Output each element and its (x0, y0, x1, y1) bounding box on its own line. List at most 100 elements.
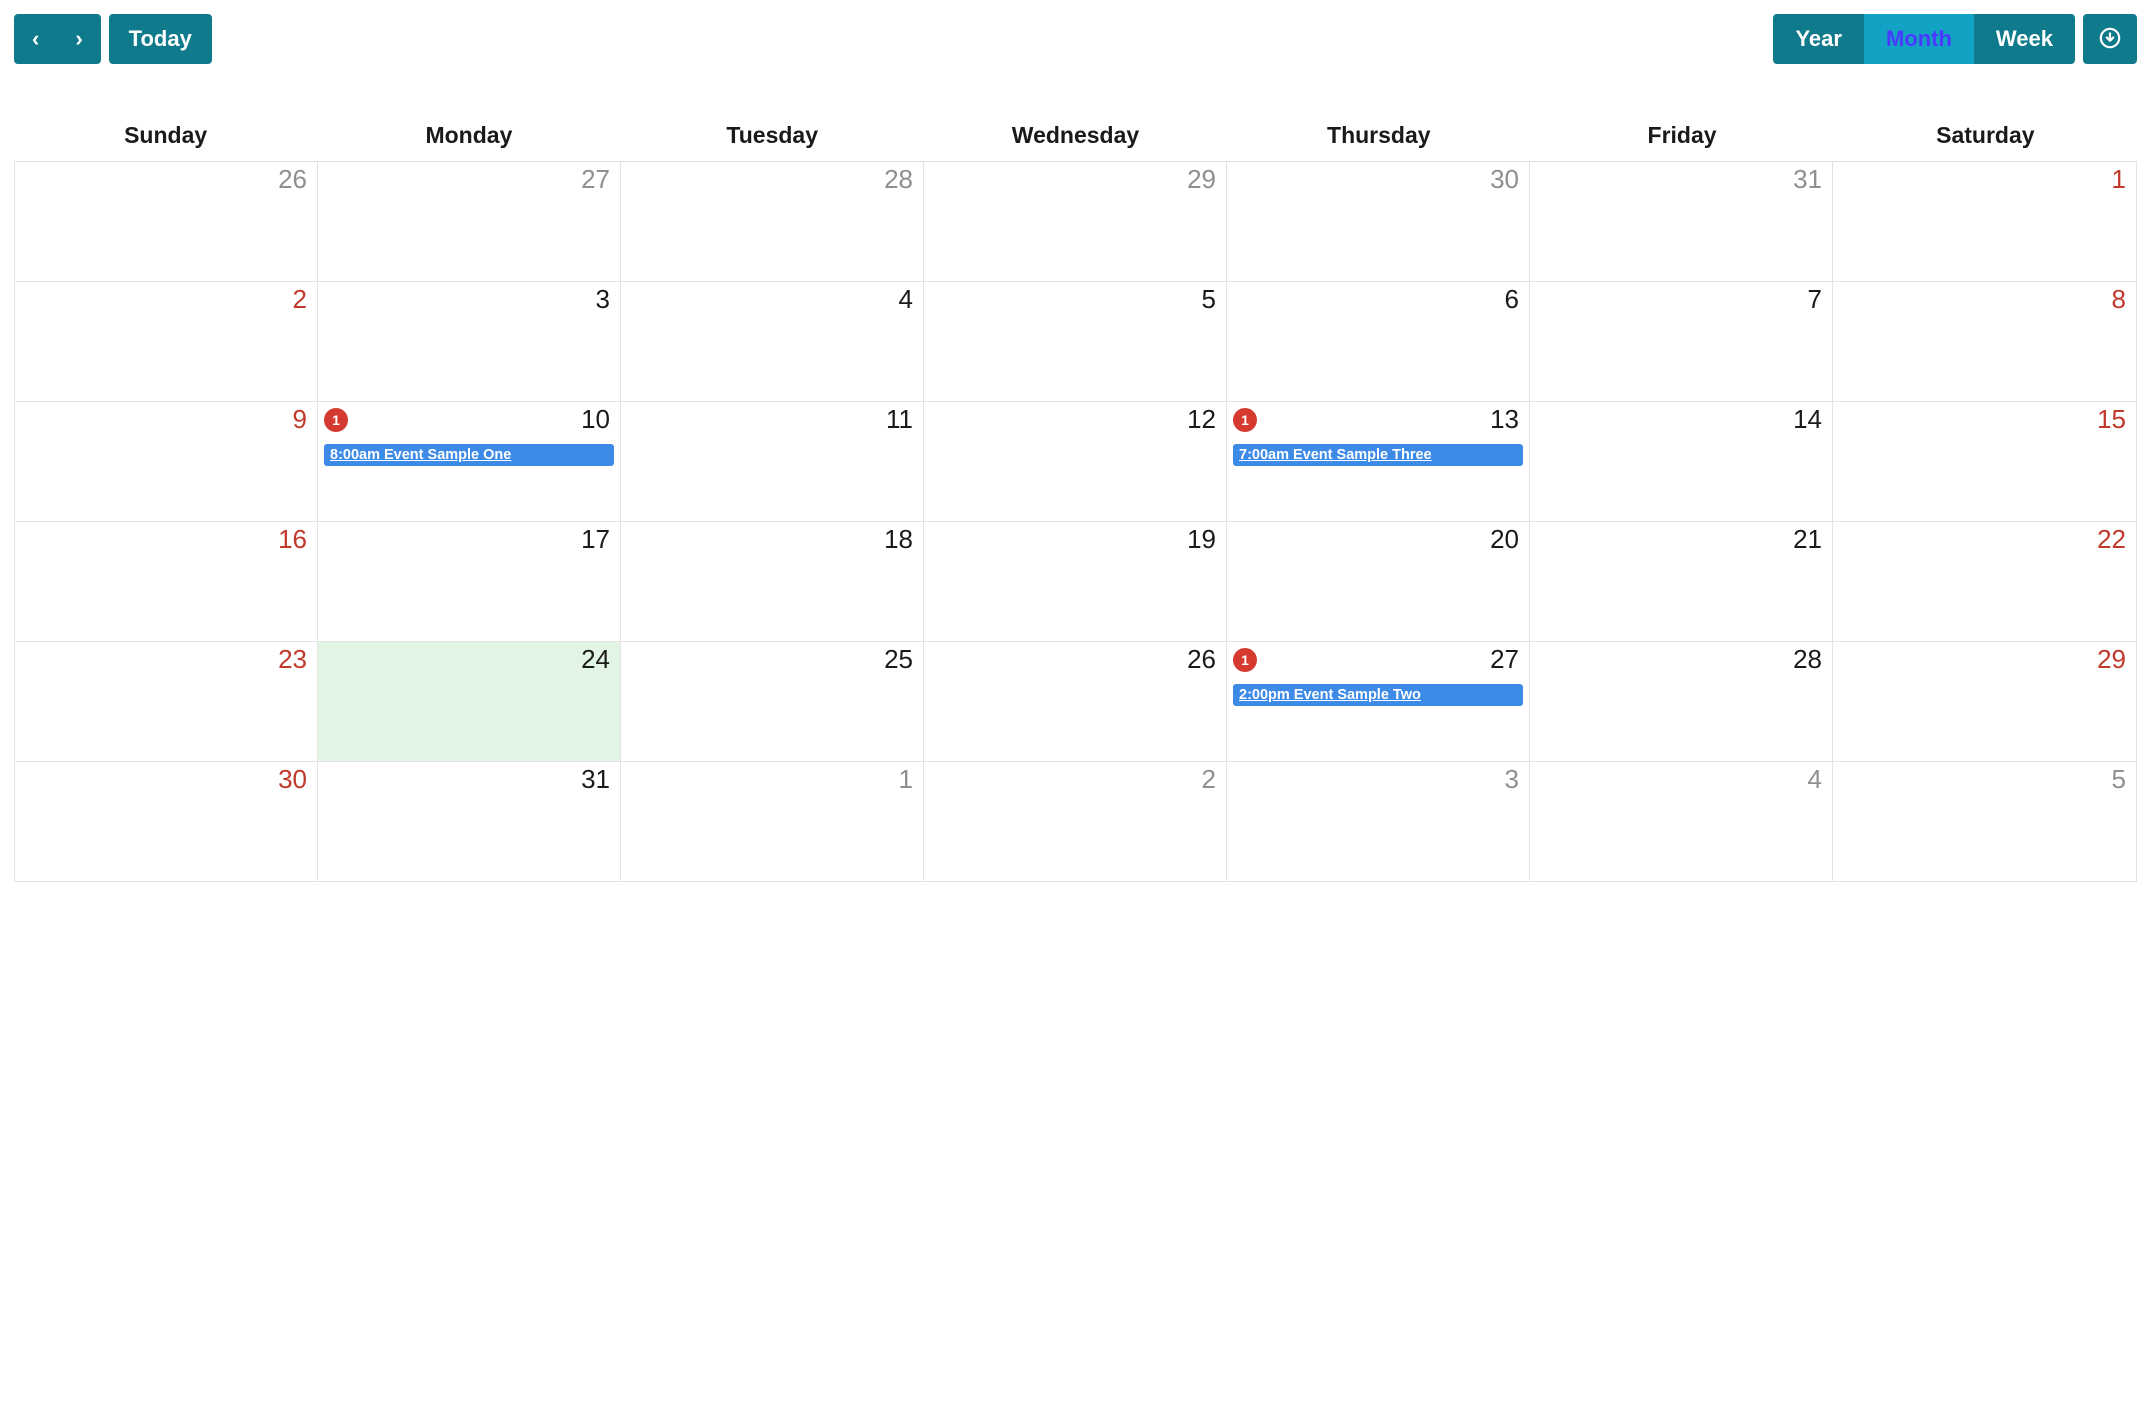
today-button[interactable]: Today (109, 14, 212, 64)
day-cell[interactable]: 11 (621, 401, 924, 521)
day-cell[interactable]: 29 (924, 161, 1227, 281)
day-cell[interactable]: 23 (15, 641, 318, 761)
day-cell[interactable]: 16 (15, 521, 318, 641)
event-count-badge: 1 (324, 408, 348, 432)
day-cell[interactable]: 28 (621, 161, 924, 281)
prev-button[interactable]: ‹ (14, 14, 57, 64)
day-number: 5 (2112, 764, 2126, 795)
day-cell[interactable]: 15 (1833, 401, 2136, 521)
day-number: 13 (1490, 404, 1519, 435)
next-button[interactable]: › (57, 14, 100, 64)
toolbar-left: ‹ › Today (14, 14, 212, 64)
day-number: 3 (596, 284, 610, 315)
day-cell[interactable]: 31 (318, 761, 621, 881)
download-icon (2099, 27, 2121, 52)
day-number: 1 (2112, 164, 2126, 195)
day-number: 29 (2097, 644, 2126, 675)
day-number: 10 (581, 404, 610, 435)
day-number: 29 (1187, 164, 1216, 195)
day-cell[interactable]: 6 (1227, 281, 1530, 401)
day-number: 30 (1490, 164, 1519, 195)
day-cell[interactable]: 12 (924, 401, 1227, 521)
day-number: 23 (278, 644, 307, 675)
day-cell[interactable]: 4 (621, 281, 924, 401)
day-events: 8:00am Event Sample One (324, 444, 614, 466)
view-year-button[interactable]: Year (1773, 14, 1864, 64)
day-cell[interactable]: 22 (1833, 521, 2136, 641)
day-number: 6 (1505, 284, 1519, 315)
day-cell[interactable]: 30 (1227, 161, 1530, 281)
day-number: 12 (1187, 404, 1216, 435)
day-cell[interactable]: 18 (621, 521, 924, 641)
day-cell[interactable]: 10 1 8:00am Event Sample One (318, 401, 621, 521)
day-number: 28 (884, 164, 913, 195)
day-number: 5 (1202, 284, 1216, 315)
day-cell[interactable]: 24 (318, 641, 621, 761)
toolbar-right: Year Month Week (1773, 14, 2137, 64)
day-cell[interactable]: 17 (318, 521, 621, 641)
day-cell[interactable]: 1 (621, 761, 924, 881)
day-number: 21 (1793, 524, 1822, 555)
day-cell[interactable]: 5 (1833, 761, 2136, 881)
day-cell[interactable]: 27 (318, 161, 621, 281)
day-cell[interactable]: 14 (1530, 401, 1833, 521)
view-week-button[interactable]: Week (1974, 14, 2075, 64)
day-number: 4 (1808, 764, 1822, 795)
weekday-header-row: Sunday Monday Tuesday Wednesday Thursday… (14, 112, 2137, 161)
day-number: 26 (1187, 644, 1216, 675)
day-number: 27 (581, 164, 610, 195)
day-number: 15 (2097, 404, 2126, 435)
day-number: 22 (2097, 524, 2126, 555)
day-cell[interactable]: 28 (1530, 641, 1833, 761)
day-cell[interactable]: 9 (15, 401, 318, 521)
day-cell[interactable]: 25 (621, 641, 924, 761)
day-cell[interactable]: 26 (15, 161, 318, 281)
day-number: 7 (1808, 284, 1822, 315)
day-cell[interactable]: 2 (924, 761, 1227, 881)
calendar-toolbar: ‹ › Today Year Month Week (14, 14, 2137, 64)
event-count-badge: 1 (1233, 648, 1257, 672)
day-number: 26 (278, 164, 307, 195)
day-cell[interactable]: 7 (1530, 281, 1833, 401)
day-number: 19 (1187, 524, 1216, 555)
day-number: 2 (1202, 764, 1216, 795)
day-cell[interactable]: 21 (1530, 521, 1833, 641)
weekday-header: Friday (1530, 112, 1833, 161)
day-cell[interactable]: 3 (318, 281, 621, 401)
day-cell[interactable]: 1 (1833, 161, 2136, 281)
day-cell[interactable]: 5 (924, 281, 1227, 401)
day-cell[interactable]: 3 (1227, 761, 1530, 881)
day-number: 31 (1793, 164, 1822, 195)
day-number: 8 (2112, 284, 2126, 315)
day-number: 4 (899, 284, 913, 315)
view-month-button[interactable]: Month (1864, 14, 1974, 64)
calendar-event[interactable]: 8:00am Event Sample One (324, 444, 614, 466)
day-events: 2:00pm Event Sample Two (1233, 684, 1523, 706)
day-number: 17 (581, 524, 610, 555)
download-button[interactable] (2083, 14, 2137, 64)
day-cell[interactable]: 29 (1833, 641, 2136, 761)
day-cell[interactable]: 30 (15, 761, 318, 881)
day-cell[interactable]: 27 1 2:00pm Event Sample Two (1227, 641, 1530, 761)
day-number: 20 (1490, 524, 1519, 555)
day-cell[interactable]: 19 (924, 521, 1227, 641)
weekday-header: Thursday (1227, 112, 1530, 161)
day-cell[interactable]: 8 (1833, 281, 2136, 401)
calendar-grid: 2627282930311234567891018:00am Event Sam… (15, 161, 2136, 881)
day-number: 24 (581, 644, 610, 675)
day-cell[interactable]: 20 (1227, 521, 1530, 641)
day-cell[interactable]: 2 (15, 281, 318, 401)
day-cell[interactable]: 26 (924, 641, 1227, 761)
calendar-event[interactable]: 7:00am Event Sample Three (1233, 444, 1523, 466)
day-cell[interactable]: 13 1 7:00am Event Sample Three (1227, 401, 1530, 521)
nav-group: ‹ › (14, 14, 101, 64)
weekday-header: Tuesday (621, 112, 924, 161)
day-number: 27 (1490, 644, 1519, 675)
view-switch: Year Month Week (1773, 14, 2075, 64)
day-cell[interactable]: 31 (1530, 161, 1833, 281)
event-count-badge: 1 (1233, 408, 1257, 432)
day-number: 9 (293, 404, 307, 435)
day-cell[interactable]: 4 (1530, 761, 1833, 881)
weekday-header: Sunday (14, 112, 317, 161)
calendar-event[interactable]: 2:00pm Event Sample Two (1233, 684, 1523, 706)
